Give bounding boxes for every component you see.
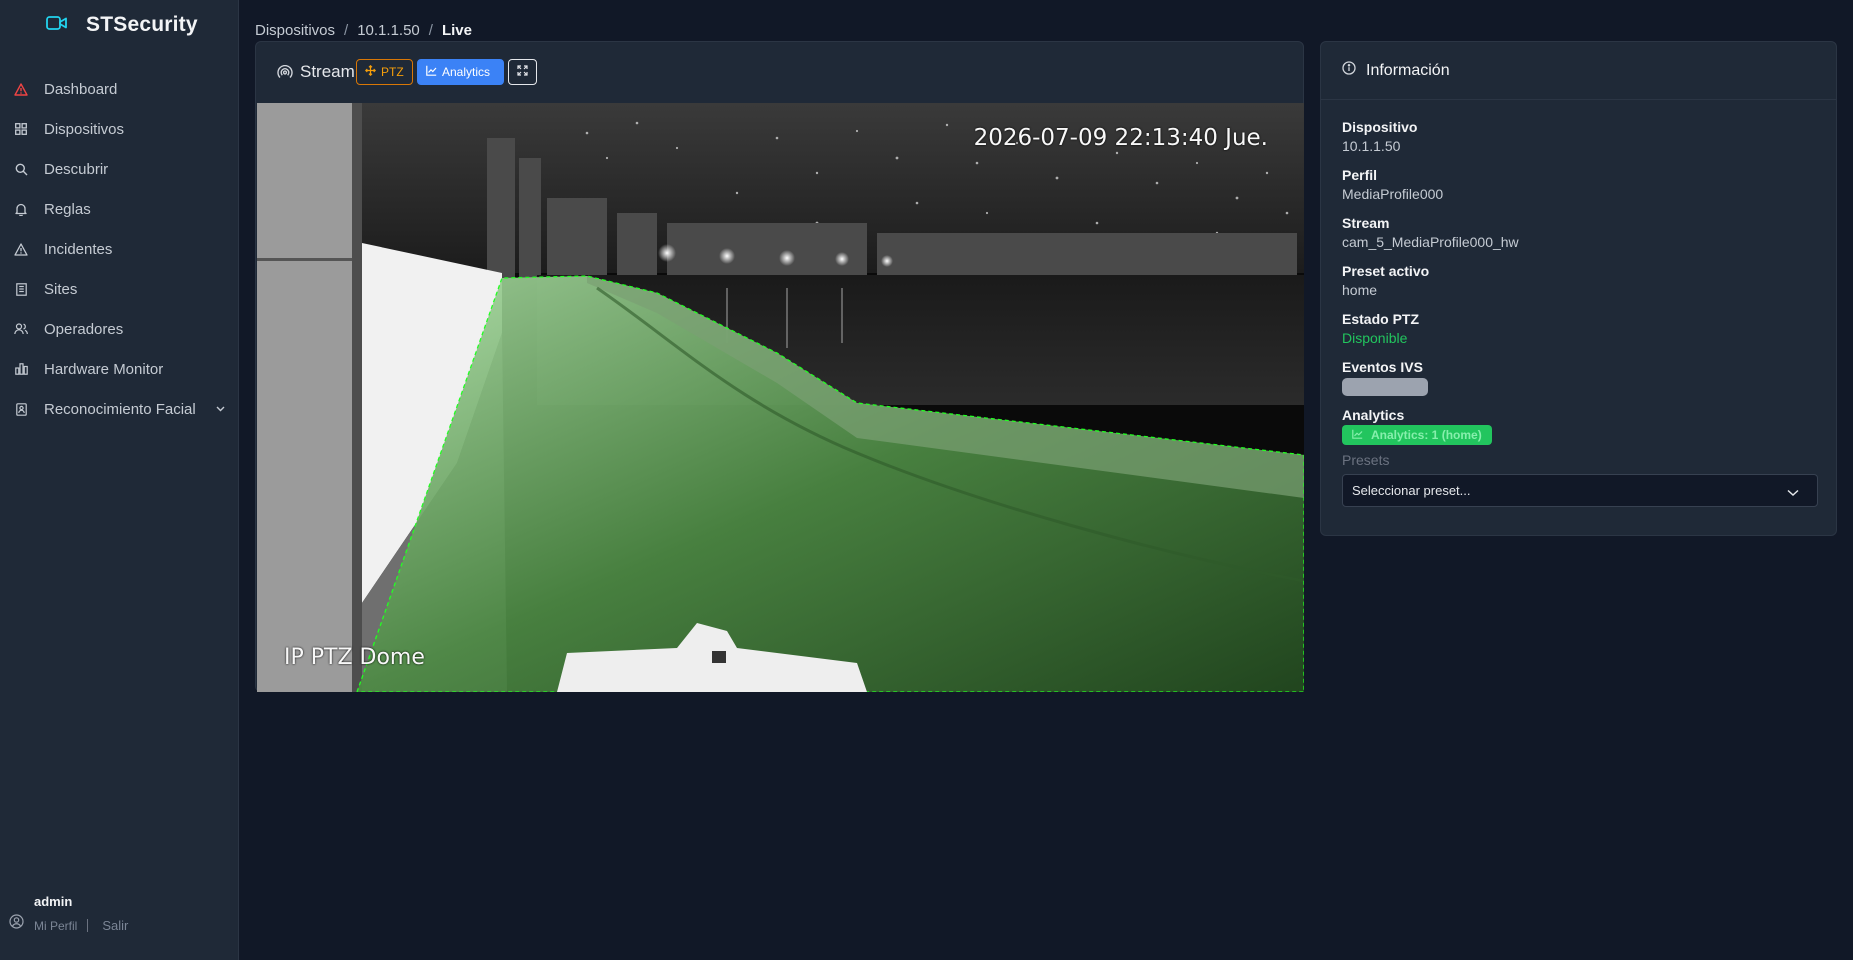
user-links: Mi Perfil Salir: [34, 918, 128, 933]
analytics-status-badge: Analytics: 1 (home): [1342, 425, 1492, 445]
sidebar-item-label: Reglas: [44, 200, 91, 218]
sidebar-item-label: Incidentes: [44, 240, 113, 258]
analytics-button-label: Analytics: [442, 65, 491, 79]
brand[interactable]: STSecurity: [46, 12, 198, 38]
sidebar-nav: Dashboard Dispositivos Descubrir Reglas …: [0, 69, 239, 429]
field-label: Analytics: [1342, 407, 1405, 423]
fullscreen-button[interactable]: [508, 59, 537, 85]
chart-line-icon: [426, 65, 437, 79]
info-card: Información Dispositivo 10.1.1.50 Perfil…: [1320, 41, 1837, 536]
chart-line-icon: [1352, 428, 1363, 442]
building-icon: [14, 282, 28, 296]
analytics-button[interactable]: Analytics: [417, 59, 504, 85]
id-card-icon: [14, 402, 28, 416]
field-label: Estado PTZ: [1342, 311, 1420, 327]
field-label: Dispositivo: [1342, 119, 1418, 135]
preset-select[interactable]: Seleccionar preset...: [1342, 474, 1818, 507]
chevron-down-icon[interactable]: [216, 406, 225, 412]
breadcrumb-device[interactable]: 10.1.1.50: [357, 22, 420, 39]
field-label: Eventos IVS: [1342, 359, 1423, 375]
ptz-status-value: Disponible: [1342, 330, 1408, 346]
logout-link[interactable]: Salir: [102, 918, 128, 933]
sidebar-item-dashboard[interactable]: Dashboard: [0, 69, 239, 109]
sidebar-item-reconocimiento-facial[interactable]: Reconocimiento Facial: [0, 389, 239, 429]
field-value: MediaProfile000: [1342, 186, 1444, 202]
video-camera-icon: [46, 15, 68, 36]
field-label: Preset activo: [1342, 263, 1430, 279]
ptz-button-label: PTZ: [381, 65, 404, 79]
profile-link[interactable]: Mi Perfil: [34, 919, 77, 933]
sidebar-item-label: Operadores: [44, 320, 124, 338]
stream-card: Stream PTZ Analytics 2026-07-09 22:13:40…: [255, 41, 1304, 692]
sidebar-item-label: Dashboard: [44, 80, 118, 98]
sidebar-item-hardware-monitor[interactable]: Hardware Monitor: [0, 349, 239, 389]
expand-icon: [517, 65, 528, 79]
ivs-events-badge: [1342, 378, 1428, 396]
sidebar-item-sites[interactable]: Sites: [0, 269, 239, 309]
search-icon: [14, 162, 28, 176]
sidebar-item-descubrir[interactable]: Descubrir: [0, 149, 239, 189]
field-value: cam_5_MediaProfile000_hw: [1342, 234, 1519, 250]
presets-label: Presets: [1342, 452, 1390, 468]
alert-triangle-icon: [14, 82, 28, 96]
info-icon: [1342, 61, 1356, 80]
bar-chart-icon: [14, 362, 28, 376]
breadcrumb-root[interactable]: Dispositivos: [255, 22, 335, 39]
breadcrumb-current: Live: [441, 22, 472, 39]
link-divider: [87, 919, 89, 932]
users-icon: [14, 322, 28, 336]
field-analytics: Analytics Analytics: 1 (home): [1342, 406, 1818, 454]
sidebar: STSecurity Dashboard Dispositivos Descub…: [0, 0, 239, 960]
field-stream: Stream cam_5_MediaProfile000_hw: [1342, 214, 1818, 262]
sidebar-item-label: Dispositivos: [44, 120, 125, 138]
osd-camera-label: IP PTZ Dome: [284, 645, 425, 670]
user-circle-icon: [9, 914, 24, 934]
broadcast-icon: [277, 64, 293, 84]
camera-scene: [257, 103, 1304, 692]
stream-title: Stream: [300, 62, 355, 81]
sidebar-item-label: Reconocimiento Facial: [44, 400, 196, 418]
field-ptz-status: Estado PTZ Disponible: [1342, 310, 1818, 358]
sidebar-item-dispositivos[interactable]: Dispositivos: [0, 109, 239, 149]
info-title: Información: [1366, 61, 1450, 79]
breadcrumb-divider: /: [344, 22, 349, 39]
field-active-preset: Preset activo home: [1342, 262, 1818, 310]
move-icon: [364, 64, 377, 79]
field-label: Stream: [1342, 215, 1390, 231]
preset-select-value: Seleccionar preset...: [1352, 483, 1471, 498]
ptz-button[interactable]: PTZ: [356, 59, 413, 85]
breadcrumb: Dispositivos / 10.1.1.50 / Live: [255, 22, 472, 39]
bell-icon: [14, 202, 28, 216]
alert-triangle-icon: [14, 242, 28, 256]
grid-icon: [14, 122, 28, 136]
video-stream[interactable]: 2026-07-09 22:13:40 Jue. IP PTZ Dome: [257, 103, 1304, 692]
field-device: Dispositivo 10.1.1.50: [1342, 118, 1818, 166]
field-label: Perfil: [1342, 167, 1378, 183]
sidebar-item-label: Descubrir: [44, 160, 109, 178]
field-value: 10.1.1.50: [1342, 138, 1401, 154]
breadcrumb-divider: /: [428, 22, 433, 39]
sidebar-item-operadores[interactable]: Operadores: [0, 309, 239, 349]
info-header: Información: [1321, 42, 1836, 100]
sidebar-item-label: Sites: [44, 280, 78, 298]
field-value: home: [1342, 282, 1378, 298]
sidebar-item-label: Hardware Monitor: [44, 360, 164, 378]
field-profile: Perfil MediaProfile000: [1342, 166, 1818, 214]
user-name: admin: [34, 894, 73, 909]
info-body: Dispositivo 10.1.1.50 Perfil MediaProfil…: [1342, 118, 1818, 507]
osd-timestamp: 2026-07-09 22:13:40 Jue.: [973, 125, 1268, 151]
chevron-down-icon: [1787, 485, 1799, 500]
analytics-badge-label: Analytics: 1 (home): [1371, 428, 1482, 442]
sidebar-item-reglas[interactable]: Reglas: [0, 189, 239, 229]
sidebar-item-incidentes[interactable]: Incidentes: [0, 229, 239, 269]
field-ivs-events: Eventos IVS: [1342, 358, 1818, 406]
brand-name: STSecurity: [86, 13, 198, 36]
